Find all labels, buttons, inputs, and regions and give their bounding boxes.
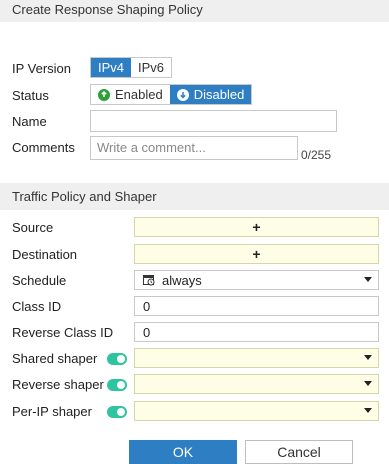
comments-label: Comments (12, 140, 75, 155)
schedule-value: always (162, 272, 202, 288)
reverse-shaper-toggle[interactable] (107, 379, 127, 391)
ok-button[interactable]: OK (129, 440, 237, 464)
toggle-knob (117, 408, 125, 416)
ipv6-option[interactable]: IPv6 (131, 58, 171, 77)
shared-shaper-select[interactable] (134, 348, 379, 368)
status-disabled-label: Disabled (193, 87, 245, 102)
dialog-title: Create Response Shaping Policy (12, 2, 203, 17)
schedule-select[interactable]: always (134, 270, 379, 290)
check-circle-icon (98, 88, 110, 101)
plus-icon: + (252, 246, 261, 262)
status-enabled-option[interactable]: Enabled (91, 85, 170, 104)
reverse-shaper-label: Reverse shaper (12, 377, 104, 392)
ipv4-option[interactable]: IPv4 (91, 58, 132, 77)
schedule-label: Schedule (12, 273, 67, 288)
plus-icon: + (252, 219, 261, 235)
status-toggle: Enabled Disabled (90, 84, 253, 105)
source-add-button[interactable]: + (134, 217, 379, 237)
status-label: Status (12, 88, 49, 103)
per-ip-shaper-label: Per-IP shaper (12, 404, 92, 419)
shared-shaper-label: Shared shaper (12, 351, 98, 366)
traffic-section-title: Traffic Policy and Shaper (12, 189, 157, 204)
ip-version-label: IP Version (12, 61, 72, 76)
chevron-down-icon (364, 355, 372, 360)
chevron-down-icon (364, 408, 372, 413)
class-id-input[interactable]: 0 (134, 296, 379, 316)
status-enabled-label: Enabled (115, 87, 163, 102)
chevron-down-icon (364, 381, 372, 386)
status-disabled-option[interactable]: Disabled (169, 85, 252, 104)
cancel-button[interactable]: Cancel (245, 440, 353, 464)
per-ip-shaper-select[interactable] (134, 401, 379, 421)
reverse-shaper-select[interactable] (134, 374, 379, 394)
traffic-section-header: Traffic Policy and Shaper (0, 183, 389, 210)
shared-shaper-toggle[interactable] (107, 353, 127, 365)
destination-label: Destination (12, 247, 78, 262)
comments-char-counter: 0/255 (301, 148, 332, 162)
comments-textarea[interactable]: Write a comment... (90, 136, 298, 160)
name-label: Name (12, 114, 47, 129)
chevron-down-icon (364, 277, 372, 282)
ip-version-toggle: IPv4 IPv6 (90, 57, 173, 78)
comments-placeholder: Write a comment... (97, 140, 206, 155)
class-id-label: Class ID (12, 299, 62, 314)
toggle-knob (117, 381, 125, 389)
source-label: Source (12, 220, 54, 235)
dialog-header: Create Response Shaping Policy (0, 0, 389, 22)
reverse-class-id-input[interactable]: 0 (134, 322, 379, 342)
name-input[interactable] (90, 110, 337, 132)
schedule-icon (143, 275, 155, 286)
per-ip-shaper-toggle[interactable] (107, 406, 127, 418)
reverse-class-id-label: Reverse Class ID (12, 325, 114, 340)
toggle-knob (117, 355, 125, 363)
destination-add-button[interactable]: + (134, 244, 379, 264)
arrow-down-circle-icon (176, 88, 189, 101)
